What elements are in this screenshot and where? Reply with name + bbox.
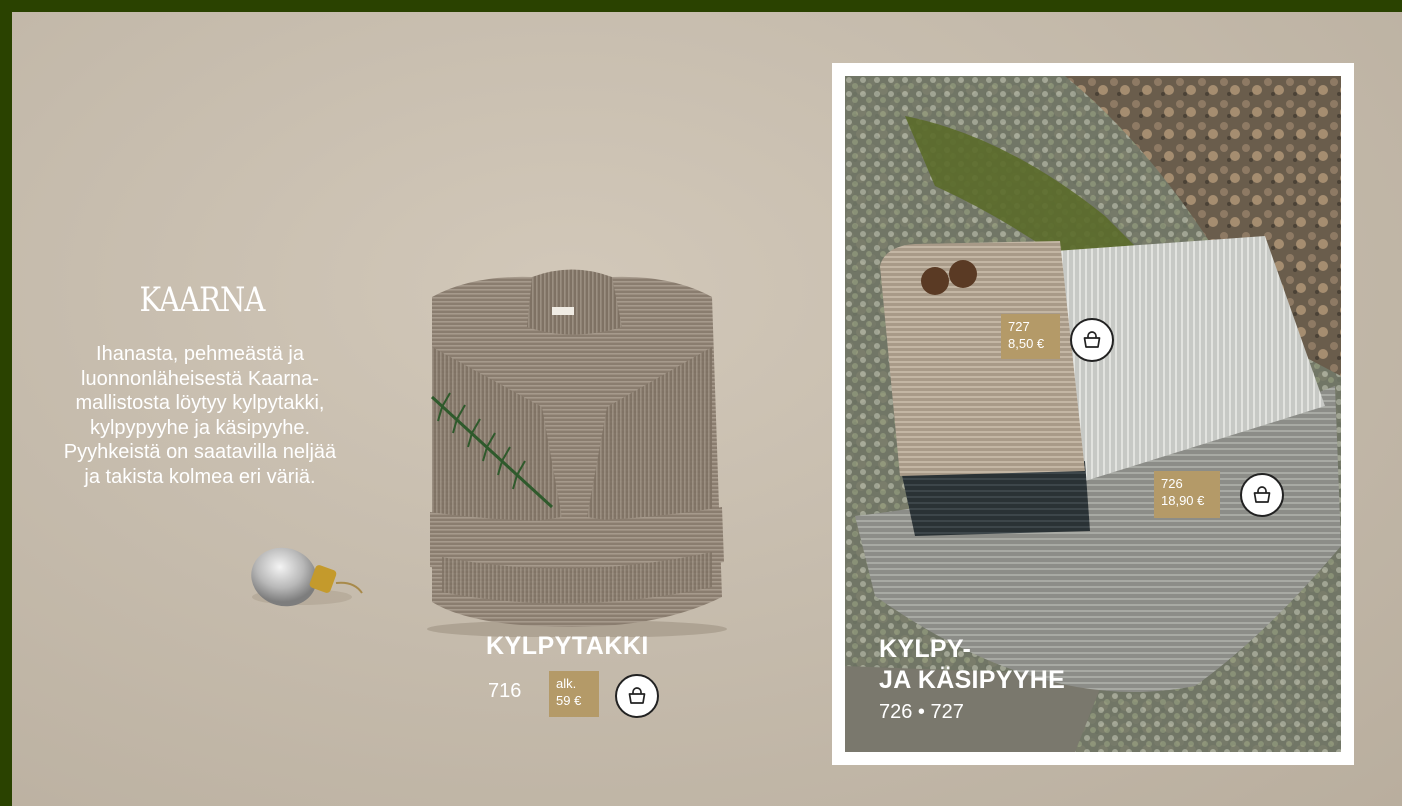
collection-description: Ihanasta, pehmeästä ja luonnonläheisestä… bbox=[63, 343, 337, 488]
hand-towel-add-to-cart-button[interactable] bbox=[1070, 318, 1114, 362]
bath-towel-price-tag: 726 18,90 € bbox=[1154, 471, 1220, 518]
robe-product-code: 716 bbox=[488, 680, 522, 702]
towel-product-name: KYLPY- JA KÄSIPYYHE bbox=[879, 634, 1065, 696]
towel-photo-card: KYLPY- JA KÄSIPYYHE 726 • 727 bbox=[832, 63, 1354, 765]
hand-towel-price-tag: 727 8,50 € bbox=[1001, 314, 1060, 359]
hand-towel-code: 727 bbox=[1008, 319, 1030, 334]
towel-name-line1: KYLPY- bbox=[879, 635, 972, 663]
bath-towel-add-to-cart-button[interactable] bbox=[1240, 473, 1284, 517]
collection-title: KAARNA bbox=[139, 280, 265, 320]
catalog-page: KAARNA Ihanasta, pehmeästä ja luonnonläh… bbox=[12, 12, 1402, 806]
robe-price-prefix: alk. bbox=[556, 676, 577, 691]
robe-price: 59 € bbox=[556, 693, 582, 708]
robe-add-to-cart-button[interactable] bbox=[615, 674, 659, 718]
towel-photo: KYLPY- JA KÄSIPYYHE 726 • 727 bbox=[845, 76, 1341, 752]
robe-price-tag: alk. 59 € bbox=[549, 671, 599, 717]
towel-product-codes: 726 • 727 bbox=[879, 701, 964, 723]
shopping-basket-icon bbox=[1253, 486, 1271, 503]
hand-towel-price: 8,50 € bbox=[1008, 336, 1045, 351]
bath-towel-price: 18,90 € bbox=[1161, 493, 1205, 508]
bath-towel-code: 726 bbox=[1161, 476, 1183, 491]
shopping-basket-icon bbox=[1083, 331, 1101, 348]
bathrobe-image bbox=[427, 269, 727, 637]
robe-product-name: KYLPYTAKKI bbox=[486, 632, 649, 660]
shopping-basket-icon bbox=[628, 687, 646, 704]
towel-name-line2: JA KÄSIPYYHE bbox=[879, 666, 1066, 694]
christmas-ornament-image bbox=[251, 547, 363, 607]
